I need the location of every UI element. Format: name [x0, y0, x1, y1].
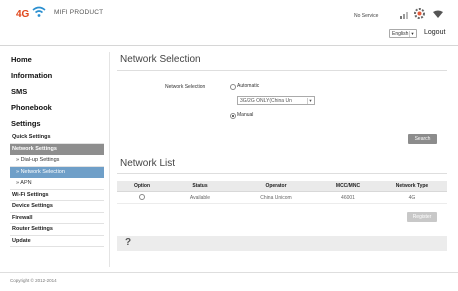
signal-icon	[400, 12, 408, 19]
row-operator: China Unicom	[233, 191, 319, 204]
network-selection-label: Network Selection	[165, 84, 206, 90]
sidebar-item-network-selection[interactable]: » Network Selection	[10, 166, 104, 178]
row-option-cell	[117, 191, 167, 204]
network-mode-select[interactable]: 3G/2G ONLY(China Un ▼	[237, 96, 315, 105]
network-mode-value: 3G/2G ONLY(China Un	[240, 98, 292, 104]
chevron-down-icon: ▼	[409, 31, 415, 37]
radio-automatic[interactable]	[230, 84, 236, 90]
column-header-operator: Operator	[233, 181, 319, 192]
radio-manual[interactable]	[230, 113, 236, 119]
table-header-row: Option Status Operator MCC/MNC Network T…	[117, 181, 447, 192]
sidebar-item-home[interactable]: Home	[10, 52, 104, 68]
sidebar-item-quick-settings[interactable]: Quick Settings	[10, 132, 104, 144]
network-list-table: Option Status Operator MCC/MNC Network T…	[117, 181, 447, 204]
sidebar-item-network-settings[interactable]: Network Settings	[10, 143, 104, 155]
table-row[interactable]: Available China Unicom 46001 4G	[117, 191, 447, 204]
header-divider	[0, 45, 458, 46]
logout-link[interactable]: Logout	[424, 29, 445, 36]
chevron-down-icon: ▼	[307, 98, 313, 104]
section-divider	[117, 173, 447, 174]
radio-automatic-label: Automatic	[237, 83, 260, 89]
row-radio[interactable]	[139, 193, 145, 200]
sidebar-item-update[interactable]: Update	[10, 236, 104, 247]
language-value: English	[392, 31, 409, 37]
help-icon[interactable]: ?	[125, 237, 131, 248]
column-header-status: Status	[167, 181, 233, 192]
copyright-text: Copyright © 2012-2014	[10, 278, 57, 283]
sidebar-item-device-settings[interactable]: Device Settings	[10, 201, 104, 213]
language-select[interactable]: English ▼	[389, 29, 417, 38]
row-status: Available	[167, 191, 233, 204]
sidebar-item-wifi-settings[interactable]: Wi-Fi Settings	[10, 190, 104, 201]
network-list-title: Network List	[120, 158, 176, 169]
gear-icon[interactable]	[413, 7, 426, 20]
sidebar: Home Information SMS Phonebook Settings …	[10, 52, 104, 247]
register-button[interactable]: Register	[407, 212, 437, 222]
sidebar-divider	[109, 52, 110, 267]
search-button[interactable]: Search	[408, 134, 437, 144]
sidebar-item-sms[interactable]: SMS	[10, 84, 104, 100]
column-header-option: Option	[117, 181, 167, 192]
sidebar-item-apn[interactable]: » APN	[10, 178, 104, 190]
network-status: No Service	[354, 13, 379, 19]
sidebar-item-phonebook[interactable]: Phonebook	[10, 100, 104, 116]
help-bar: ?	[117, 236, 447, 251]
brand-logo: 4G	[16, 9, 30, 20]
footer-divider	[0, 272, 458, 273]
wifi-status-icon	[433, 10, 443, 18]
product-name: MIFI PRODUCT	[54, 9, 104, 16]
network-selection-title: Network Selection	[120, 54, 201, 65]
sidebar-item-dialup-settings[interactable]: » Dial-up Settings	[10, 155, 104, 167]
header: 4G MIFI PRODUCT No Service English ▼ Log…	[0, 0, 458, 46]
sidebar-item-router-settings[interactable]: Router Settings	[10, 224, 104, 236]
column-header-mccmnc: MCC/MNC	[319, 181, 377, 192]
radio-manual-label: Manual	[237, 112, 254, 118]
row-mccmnc: 46001	[319, 191, 377, 204]
column-header-network-type: Network Type	[377, 181, 447, 192]
row-network-type: 4G	[377, 191, 447, 204]
wifi-logo-icon	[32, 6, 46, 17]
sidebar-item-firewall[interactable]: Firewall	[10, 213, 104, 224]
sidebar-item-settings[interactable]: Settings	[10, 116, 104, 132]
section-divider	[117, 70, 447, 71]
sidebar-item-information[interactable]: Information	[10, 68, 104, 84]
